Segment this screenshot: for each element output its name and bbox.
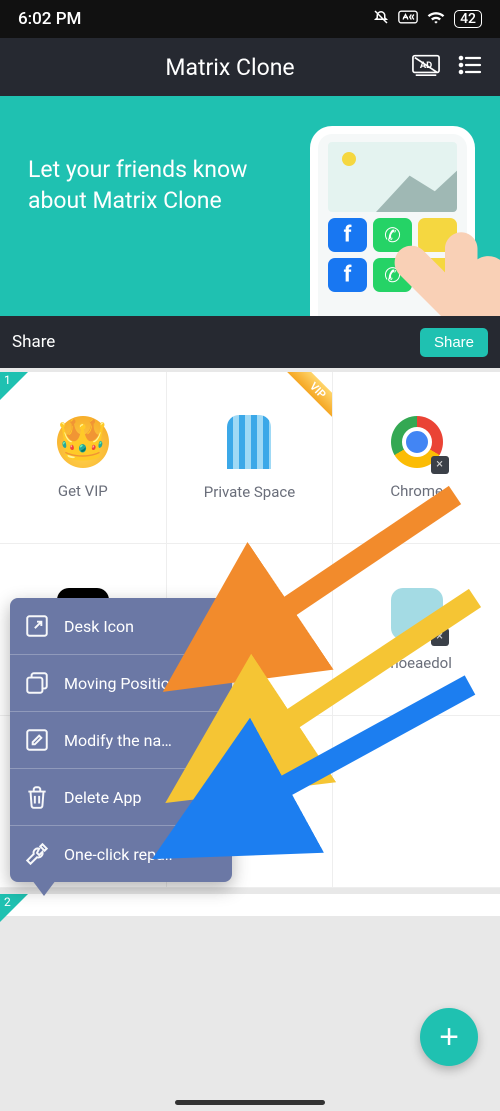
status-bar: 6:02 PM 42: [0, 0, 500, 38]
app-chrome[interactable]: Chrome: [333, 372, 500, 544]
page-badge: 2: [0, 894, 28, 922]
menu-modify-name[interactable]: Modify the na…: [10, 712, 232, 769]
vip-ribbon: VIP: [272, 372, 332, 432]
clone-badge-icon: [263, 628, 281, 646]
app-header: Matrix Clone AD: [0, 38, 500, 96]
status-time: 6:02 PM: [18, 9, 81, 29]
data-icon: [398, 9, 418, 29]
nav-handle[interactable]: [175, 1100, 325, 1105]
app-empty: [333, 716, 500, 888]
clone-badge-icon: [431, 628, 449, 646]
grid-page-2-peek[interactable]: 2: [0, 894, 500, 916]
menu-list-icon[interactable]: [458, 55, 482, 79]
mute-icon: [372, 8, 390, 31]
app-title: Matrix Clone: [48, 54, 412, 81]
menu-moving-position[interactable]: Moving Position: [10, 655, 232, 712]
hand-illustration: [380, 216, 500, 316]
share-banner[interactable]: Let your friends know about Matrix Clone: [0, 96, 500, 316]
banner-text: Let your friends know about Matrix Clone: [28, 154, 288, 216]
add-app-fab[interactable]: +: [420, 1008, 478, 1066]
share-button[interactable]: Share: [420, 328, 488, 357]
private-space-icon: [227, 415, 271, 469]
app-private-space[interactable]: VIP Private Space: [167, 372, 334, 544]
menu-delete-app[interactable]: Delete App: [10, 769, 232, 826]
edit-icon: [24, 727, 50, 753]
clone-badge-icon: [263, 800, 281, 818]
external-link-icon: [24, 613, 50, 639]
chrome-icon: [391, 416, 443, 468]
menu-desk-icon[interactable]: Desk Icon: [10, 598, 232, 655]
wifi-icon: [426, 9, 446, 30]
shoeaedol-icon: [391, 588, 443, 640]
no-ads-icon[interactable]: AD: [412, 54, 440, 80]
stack-icon: [24, 670, 50, 696]
tools-icon: [24, 841, 50, 867]
crown-icon: [57, 416, 109, 468]
clone-badge-icon: [431, 456, 449, 474]
context-menu: Desk Icon Moving Position Modify the na……: [10, 598, 232, 882]
trash-icon: [24, 784, 50, 810]
app-shoeaedol[interactable]: Shoeaedol: [333, 544, 500, 716]
menu-one-click-repair[interactable]: One-click repair: [10, 826, 232, 882]
share-row: Share Share: [0, 316, 500, 368]
share-label: Share: [12, 332, 55, 352]
status-right: 42: [372, 8, 482, 31]
battery-icon: 42: [454, 10, 482, 28]
svg-text:AD: AD: [420, 60, 432, 71]
app-get-vip[interactable]: Get VIP: [0, 372, 167, 544]
